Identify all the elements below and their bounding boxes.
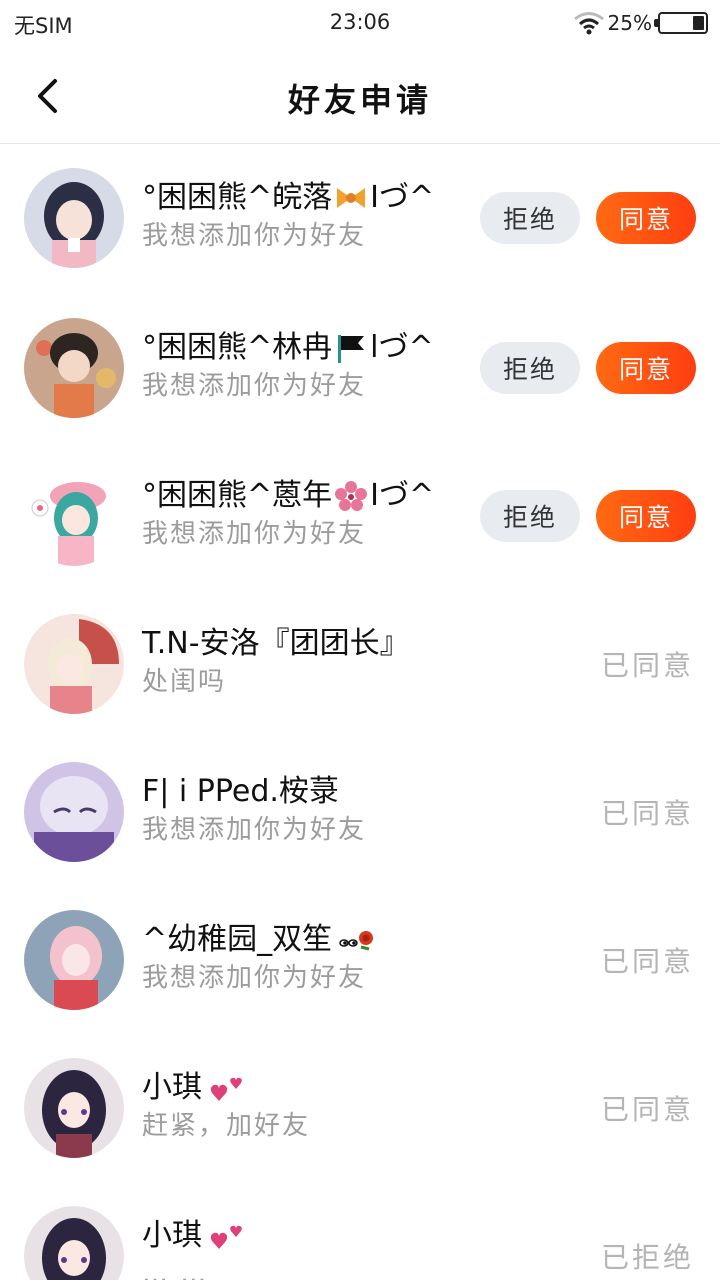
request-text: ^幼稚园_双笙 我想添加你为好友 <box>142 920 472 996</box>
avatar[interactable] <box>24 614 124 714</box>
ribbon-emoji-icon <box>337 188 366 208</box>
friend-name-text: 小琪 <box>142 1070 202 1105</box>
request-message: 我想添加你为好友 <box>142 963 367 993</box>
battery-fill <box>693 16 704 30</box>
request-status: 已同意 <box>600 797 694 830</box>
avatar[interactable] <box>24 466 124 566</box>
friend-request-row: 小琪 赶紧，加好友 已同意 <box>0 1034 720 1182</box>
friend-request-row: T.N-安洛『团团长』 处闺吗 已同意 <box>0 590 720 738</box>
reject-button[interactable]: 拒绝 <box>480 490 580 542</box>
avatar[interactable] <box>24 1058 124 1158</box>
avatar[interactable] <box>24 1206 124 1280</box>
friend-name[interactable]: 小琪 <box>142 1068 472 1108</box>
accept-button[interactable]: 同意 <box>596 342 696 394</box>
request-message: 处闺吗 <box>142 667 227 697</box>
avatar[interactable] <box>24 168 124 268</box>
black-flag-emoji-icon <box>338 335 365 363</box>
avatar[interactable] <box>24 762 124 862</box>
request-text: °困困熊^皖落 Iづ^ 我想添加你为好友 <box>142 178 472 254</box>
friend-name-text: ^幼稚园_双笙 <box>142 922 333 957</box>
status-bar: 无SIM 23:06 25% <box>0 0 720 48</box>
friend-request-row: °困困熊^皖落 Iづ^ 我想添加你为好友 拒绝 同意 <box>0 144 720 294</box>
avatar[interactable] <box>24 318 124 418</box>
request-status: 已同意 <box>600 1093 694 1126</box>
cherry-blossom-emoji-icon <box>335 481 368 511</box>
request-text: T.N-安洛『团团长』 处闺吗 <box>142 624 472 700</box>
request-text: °困困熊^林冉 lづ^ 我想添加你为好友 <box>142 328 472 404</box>
friend-name-text: °困困熊^皖落 <box>142 180 333 215</box>
friend-name-tail: Iづ^ <box>370 478 435 513</box>
accept-button[interactable]: 同意 <box>596 192 696 244</box>
reject-button[interactable]: 拒绝 <box>480 342 580 394</box>
status-icons: 25% <box>572 10 708 36</box>
friend-name[interactable]: °困困熊^蒽年 Iづ^ <box>142 476 472 516</box>
page-title: 好友申请 <box>287 81 432 119</box>
friend-request-row: 小琪 … … 已拒绝 <box>0 1182 720 1280</box>
friend-name-tail: Iづ^ <box>370 180 435 215</box>
friend-name[interactable]: °困困熊^林冉 lづ^ <box>142 328 472 368</box>
request-message: 我想添加你为好友 <box>142 815 367 845</box>
friend-request-row: °困困熊^蒽年 Iづ^ 我想添加你为好友 拒绝 同意 <box>0 442 720 590</box>
request-text: °困困熊^蒽年 Iづ^ 我想添加你为好友 <box>142 476 472 552</box>
request-status: 已拒绝 <box>600 1241 694 1274</box>
eyes-rose-emoji-icon <box>339 931 374 951</box>
two-hearts-emoji-icon <box>210 1225 242 1249</box>
friend-name-text: °困困熊^林冉 <box>142 330 333 365</box>
friend-request-row: ^幼稚园_双笙 我想添加你为好友 已同意 <box>0 886 720 1034</box>
navigation-bar: 好友申请 <box>0 48 720 144</box>
request-message: 我想添加你为好友 <box>142 371 367 401</box>
friend-name-text: T.N-安洛『团团长』 <box>142 626 410 661</box>
request-text: 小琪 赶紧，加好友 <box>142 1068 472 1144</box>
friend-name[interactable]: ^幼稚园_双笙 <box>142 920 472 960</box>
request-message: … … <box>142 1259 209 1280</box>
accept-button[interactable]: 同意 <box>596 490 696 542</box>
avatar[interactable] <box>24 910 124 1010</box>
friend-name-text: F| i PPed.桉菉 <box>142 774 339 809</box>
friend-name[interactable]: T.N-安洛『团团长』 <box>142 624 472 664</box>
two-hearts-emoji-icon <box>210 1077 242 1101</box>
request-status: 已同意 <box>600 945 694 978</box>
battery-icon <box>654 12 708 34</box>
request-message: 赶紧，加好友 <box>142 1111 311 1141</box>
request-message: 我想添加你为好友 <box>142 221 367 251</box>
reject-button[interactable]: 拒绝 <box>480 192 580 244</box>
friend-request-row: °困困熊^林冉 lづ^ 我想添加你为好友 拒绝 同意 <box>0 294 720 442</box>
friend-name-text: 小琪 <box>142 1218 202 1253</box>
friend-name-text: °困困熊^蒽年 <box>142 478 333 513</box>
request-message: 我想添加你为好友 <box>142 519 367 549</box>
friend-name[interactable]: 小琪 <box>142 1216 472 1256</box>
friend-request-list: °困困熊^皖落 Iづ^ 我想添加你为好友 拒绝 同意 °困困熊^林冉 lづ^ 我… <box>0 144 720 1280</box>
friend-name[interactable]: °困困熊^皖落 Iづ^ <box>142 178 472 218</box>
request-status: 已同意 <box>600 649 694 682</box>
request-text: 小琪 … … <box>142 1216 472 1280</box>
friend-request-row: F| i PPed.桉菉 我想添加你为好友 已同意 <box>0 738 720 886</box>
battery-percent: 25% <box>607 11 652 35</box>
friend-name[interactable]: F| i PPed.桉菉 <box>142 772 472 812</box>
request-text: F| i PPed.桉菉 我想添加你为好友 <box>142 772 472 848</box>
wifi-icon <box>573 12 604 35</box>
friend-name-tail: lづ^ <box>370 330 434 365</box>
